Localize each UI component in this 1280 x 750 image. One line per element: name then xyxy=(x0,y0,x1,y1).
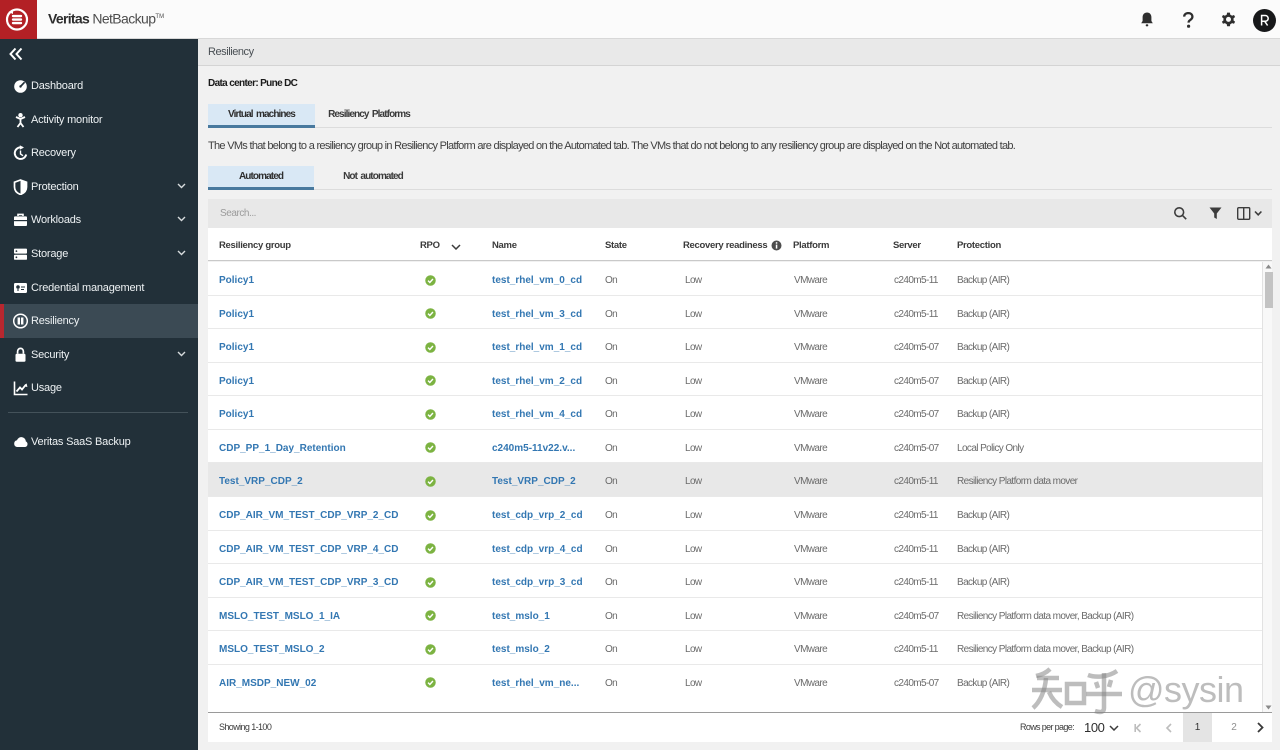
svg-text:@sysin: @sysin xyxy=(1128,669,1244,710)
